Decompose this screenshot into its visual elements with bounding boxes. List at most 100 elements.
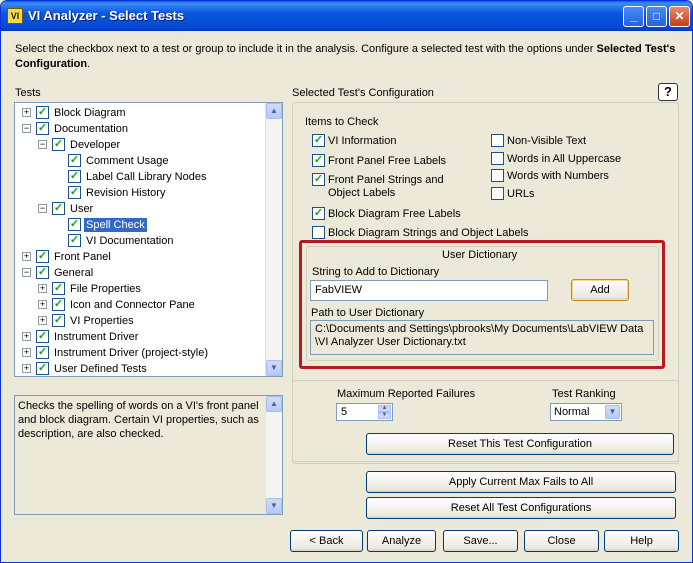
max-failures-input[interactable]: 5 ▲ ▼ (336, 403, 393, 421)
tree-item[interactable]: + ✓ Instrument Driver (15, 329, 267, 345)
tree-item-checkbox[interactable]: ✓ (68, 218, 81, 231)
user-dictionary-path: C:\Documents and Settings\pbrooks\My Doc… (310, 320, 654, 355)
collapse-icon[interactable]: − (22, 268, 31, 277)
non-visible-text-checkbox[interactable] (491, 134, 504, 147)
tree-item-checkbox[interactable]: ✓ (52, 202, 65, 215)
test-ranking-select[interactable]: Normal ▼ (550, 403, 622, 421)
help-button[interactable]: Help (604, 530, 679, 552)
tree-item-label: User (70, 203, 94, 215)
tree-item-checkbox[interactable]: ✓ (36, 250, 49, 263)
tree-item[interactable]: − ✓ General (15, 265, 267, 281)
expand-icon[interactable]: + (38, 284, 47, 293)
tree-item-checkbox[interactable]: ✓ (36, 362, 49, 375)
tree-item-label: User Defined Tests (54, 363, 147, 375)
tree-item-checkbox[interactable]: ✓ (52, 282, 65, 295)
reset-test-config-button[interactable]: Reset This Test Configuration (366, 433, 674, 455)
tree-item-label: Label Call Library Nodes (86, 171, 207, 183)
labview-app-icon: VI (7, 8, 23, 24)
description-scrollbar[interactable]: ▲ ▼ (265, 396, 282, 514)
tree-item-label: General (54, 267, 94, 279)
tree-item[interactable]: + ✓ Icon and Connector Pane (15, 297, 267, 313)
tree-item[interactable]: − ✓ Developer (15, 137, 267, 153)
expand-icon[interactable]: + (38, 300, 47, 309)
back-button[interactable]: < Back (290, 530, 363, 552)
urls-checkbox[interactable] (491, 187, 504, 200)
expand-icon[interactable]: + (22, 108, 31, 117)
uppercase-words-checkbox[interactable] (491, 152, 504, 165)
title-bar[interactable]: VI VI Analyzer - Select Tests _ □ ✕ (1, 1, 692, 31)
tree-item-checkbox[interactable]: ✓ (36, 106, 49, 119)
test-ranking-label: Test Ranking (552, 388, 616, 400)
tree-item-checkbox[interactable]: ✓ (36, 330, 49, 343)
block-diagram-strings-checkbox[interactable] (312, 226, 325, 239)
tree-item[interactable]: − ✓ User (15, 201, 267, 217)
tree-item-label: Instrument Driver (project-style) (54, 347, 209, 359)
collapse-icon[interactable]: − (38, 140, 47, 149)
tree-item[interactable]: + ✓ Instrument Driver (project-style) (15, 345, 267, 361)
tree-item[interactable]: ✓ Spell Check (15, 217, 267, 233)
tree-item[interactable]: ✓ VI Documentation (15, 233, 267, 249)
tree-item-checkbox[interactable]: ✓ (68, 186, 81, 199)
block-diagram-free-labels-label: Block Diagram Free Labels (328, 208, 461, 220)
collapse-icon[interactable]: − (38, 204, 47, 213)
tree-item[interactable]: ✓ Comment Usage (15, 153, 267, 169)
tree-item-checkbox[interactable]: ✓ (36, 122, 49, 135)
expand-icon[interactable]: + (38, 316, 47, 325)
tree-item[interactable]: − ✓ Documentation (15, 121, 267, 137)
block-diagram-strings-label: Block Diagram Strings and Object Labels (328, 227, 529, 239)
tree-item[interactable]: + ✓ Block Diagram (15, 105, 267, 121)
tree-item-checkbox[interactable]: ✓ (68, 154, 81, 167)
max-failures-value: 5 (341, 406, 348, 418)
expand-icon[interactable]: + (22, 364, 31, 373)
expand-icon[interactable]: + (22, 332, 31, 341)
tests-tree[interactable]: + ✓ Block Diagram − ✓ Documentation − ✓ Develope… (14, 102, 283, 377)
decrement-arrow-icon[interactable]: ▼ (378, 412, 391, 419)
uppercase-words-label: Words in All Uppercase (507, 153, 622, 165)
increment-arrow-icon[interactable]: ▲ (378, 405, 391, 412)
tree-item-label: File Properties (70, 283, 141, 295)
tree-item[interactable]: + ✓ VI Properties (15, 313, 267, 329)
front-panel-free-labels-checkbox[interactable]: ✓ (312, 154, 325, 167)
tree-item-checkbox[interactable]: ✓ (36, 346, 49, 359)
vi-information-checkbox[interactable]: ✓ (312, 134, 325, 147)
tree-item[interactable]: + ✓ User Defined Tests (15, 361, 267, 376)
words-with-numbers-checkbox[interactable] (491, 169, 504, 182)
minimize-button[interactable]: _ (623, 6, 644, 27)
tree-item-checkbox[interactable]: ✓ (68, 234, 81, 247)
test-description: Checks the spelling of words on a VI's f… (18, 400, 259, 440)
apply-max-fails-button[interactable]: Apply Current Max Fails to All (366, 471, 676, 493)
tree-item[interactable]: ✓ Label Call Library Nodes (15, 169, 267, 185)
analyze-button[interactable]: Analyze (367, 530, 436, 552)
reset-all-configs-button[interactable]: Reset All Test Configurations (366, 497, 676, 519)
save-button[interactable]: Save... (443, 530, 518, 552)
tree-item-checkbox[interactable]: ✓ (68, 170, 81, 183)
collapse-icon[interactable]: − (22, 124, 31, 133)
context-help-button[interactable]: ? (658, 83, 678, 101)
tree-item-checkbox[interactable]: ✓ (52, 138, 65, 151)
tests-tree-scrollbar[interactable]: ▲ ▼ (265, 103, 282, 376)
tree-item-checkbox[interactable]: ✓ (52, 298, 65, 311)
urls-label: URLs (507, 188, 535, 200)
string-to-add-input[interactable]: FabVIEW (310, 280, 548, 301)
expand-icon[interactable]: + (22, 348, 31, 357)
path-label: Path to User Dictionary (311, 307, 425, 319)
tree-item-checkbox[interactable]: ✓ (52, 314, 65, 327)
tree-item[interactable]: ✓ Revision History (15, 185, 267, 201)
block-diagram-free-labels-checkbox[interactable]: ✓ (312, 207, 325, 220)
tree-item[interactable]: + ✓ Front Panel (15, 249, 267, 265)
chevron-down-icon[interactable]: ▼ (605, 405, 620, 419)
tree-item[interactable]: + ✓ File Properties (15, 281, 267, 297)
scroll-down-arrow-icon[interactable]: ▼ (266, 498, 282, 514)
close-window-button[interactable]: ✕ (669, 6, 690, 27)
scroll-down-arrow-icon[interactable]: ▼ (266, 360, 282, 376)
scroll-up-arrow-icon[interactable]: ▲ (266, 103, 282, 119)
scroll-up-arrow-icon[interactable]: ▲ (266, 396, 282, 412)
words-with-numbers-label: Words with Numbers (507, 170, 609, 182)
expand-icon[interactable]: + (22, 252, 31, 261)
add-button[interactable]: Add (571, 279, 629, 301)
close-button[interactable]: Close (524, 530, 599, 552)
tree-item-checkbox[interactable]: ✓ (36, 266, 49, 279)
front-panel-strings-checkbox[interactable]: ✓ (312, 173, 325, 186)
string-to-add-label: String to Add to Dictionary (312, 266, 440, 278)
maximize-button[interactable]: □ (646, 6, 667, 27)
